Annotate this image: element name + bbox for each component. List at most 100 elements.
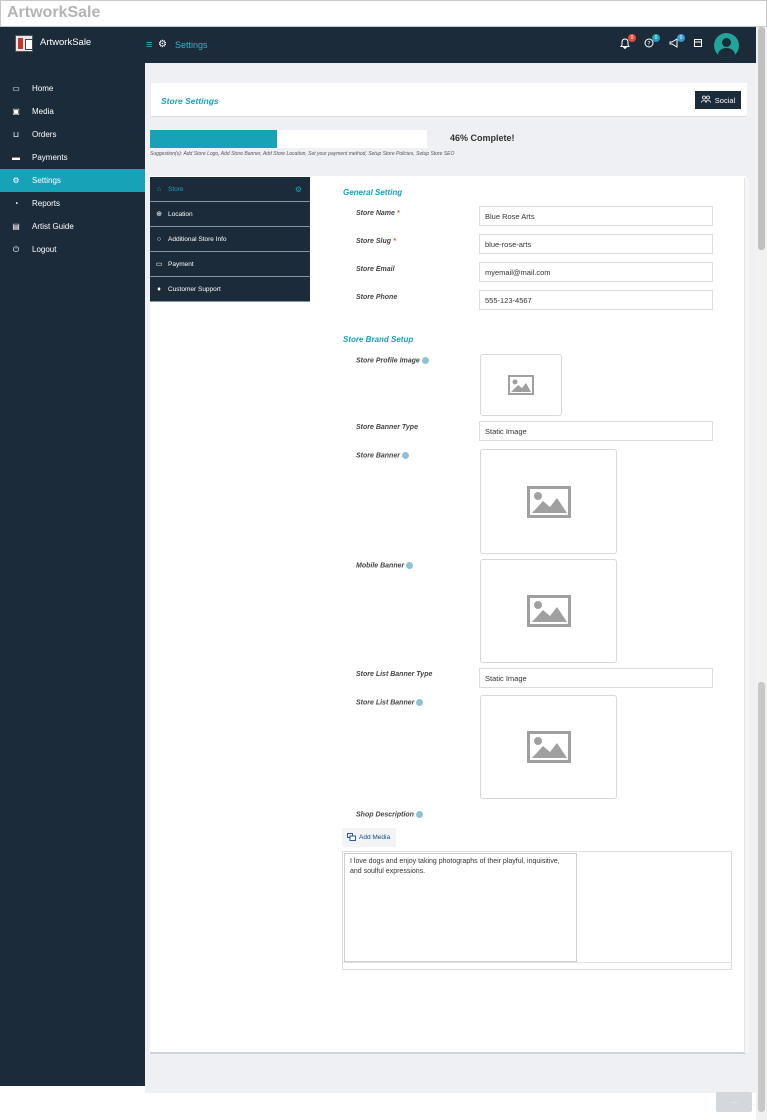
sidebar-item-home[interactable]: ▭ Home xyxy=(0,77,145,100)
required-mark: * xyxy=(392,238,396,245)
tab-location[interactable]: ⊕ Location xyxy=(150,202,310,227)
section-title-general: General Setting xyxy=(343,188,403,197)
money-icon: ▭ xyxy=(155,261,163,268)
power-icon: ⏻ xyxy=(12,244,20,254)
store-icon[interactable] xyxy=(691,38,705,52)
label-text: Store Profile Image xyxy=(356,357,420,365)
mobile-banner-upload[interactable] xyxy=(480,559,617,663)
sidebar-item-label: Home xyxy=(32,84,54,93)
tab-label: Location xyxy=(168,210,193,218)
store-banner-label: Store Banner xyxy=(356,452,409,459)
megaphone-icon[interactable]: 0 xyxy=(667,34,685,52)
page-scrollbar[interactable] xyxy=(756,27,767,1120)
panel-header: Store Settings Social xyxy=(151,83,747,117)
sidebar-item-orders[interactable]: ⊔ Orders xyxy=(0,123,145,146)
editor-status-bar xyxy=(343,962,731,969)
mobile-banner-label: Mobile Banner xyxy=(356,562,414,570)
page-scrollbar-thumb[interactable] xyxy=(758,27,765,250)
store-list-banner-upload[interactable] xyxy=(480,695,617,799)
store-phone-input[interactable]: 555-123-4567 xyxy=(479,290,713,310)
monitor-icon: ▭ xyxy=(12,84,20,93)
circle-icon: ○ xyxy=(156,235,162,243)
help-icon[interactable] xyxy=(401,452,409,459)
store-name-input[interactable]: Blue Rose Arts xyxy=(479,206,713,226)
progress-label: 46% Complete! xyxy=(450,133,515,143)
help-icon[interactable] xyxy=(416,699,424,706)
add-media-label: Add Media xyxy=(359,834,391,841)
tab-label: Additional Store Info xyxy=(168,235,227,243)
tab-payment[interactable]: ▭ Payment xyxy=(150,252,310,277)
store-profile-image-label: Store Profile Image xyxy=(356,357,429,364)
sidebar-item-payments[interactable]: ▬ Payments xyxy=(0,146,145,169)
page-scrollbar-track-region[interactable] xyxy=(758,682,765,1112)
progress-suggestions: Suggestion(s): Add Store Logo, Add Store… xyxy=(150,151,455,157)
image-placeholder-icon xyxy=(526,731,571,763)
window-title: ArtworkSale xyxy=(7,4,101,21)
brand-name[interactable]: ArtworkSale xyxy=(40,37,91,48)
section-title-brand: Store Brand Setup xyxy=(343,335,414,344)
media-icon xyxy=(347,832,356,843)
label-text: Mobile Banner xyxy=(356,562,405,570)
store-name-label: Store Name * xyxy=(356,210,400,217)
social-button[interactable]: Social xyxy=(695,91,741,109)
gears-icon: ⚙ xyxy=(12,176,20,185)
form-scrollbar[interactable] xyxy=(744,178,749,1053)
store-profile-image-upload[interactable] xyxy=(480,354,562,416)
main-content: Store Settings Social 46% Complete! Sugg… xyxy=(145,63,756,1093)
brand-logo-icon[interactable] xyxy=(15,35,33,52)
sidebar-item-label: Media xyxy=(32,107,54,116)
store-list-banner-type-label: Store List Banner Type xyxy=(356,671,433,678)
sidebar-item-label: Settings xyxy=(32,176,61,185)
user-avatar[interactable] xyxy=(714,33,739,58)
sidebar-item-media[interactable]: ▣ Media xyxy=(0,100,145,123)
store-list-banner-type-select[interactable]: Static Image xyxy=(479,668,713,688)
announcement-badge: 0 xyxy=(677,34,685,42)
tab-additional-store-info[interactable]: ○ Additional Store Info xyxy=(150,227,310,252)
bell-icon[interactable]: 0 xyxy=(618,34,636,52)
tab-store[interactable]: ⌂ Store ⚙ xyxy=(150,177,310,202)
label-text: Store Slug xyxy=(356,238,392,245)
add-media-button[interactable]: Add Media xyxy=(342,828,396,847)
label-text: Shop Description xyxy=(356,811,414,819)
book-icon: ▤ xyxy=(12,222,20,231)
sidebar-item-settings[interactable]: ⚙ Settings xyxy=(0,169,145,192)
help-icon[interactable] xyxy=(406,562,414,569)
settings-tabs: ⌂ Store ⚙ ⊕ Location ○ Additional Store … xyxy=(150,177,310,302)
sidebar-item-label: Payments xyxy=(32,153,68,162)
help-badge: 0 xyxy=(652,34,660,42)
store-banner-type-select[interactable]: Static Image xyxy=(479,421,713,441)
thumbs-up-icon: ♦ xyxy=(157,285,161,293)
shop-description-editor: I love dogs and enjoy taking photographs… xyxy=(342,851,732,970)
sidebar-item-label: Artist Guide xyxy=(32,222,74,231)
sidebar: ▭ Home ▣ Media ⊔ Orders ▬ Payments ⚙ Settings… xyxy=(0,63,145,1086)
store-slug-input[interactable]: blue-rose-arts xyxy=(479,234,713,254)
tab-label: Payment xyxy=(168,260,194,268)
sidebar-item-artist-guide[interactable]: ▤ Artist Guide xyxy=(0,215,145,238)
tab-customer-support[interactable]: ♦ Customer Support xyxy=(150,277,310,302)
image-placeholder-icon xyxy=(526,595,571,627)
sidebar-item-reports[interactable]: ◔ Reports xyxy=(0,192,145,215)
menu-toggle-icon[interactable]: ≡ xyxy=(146,39,152,51)
image-placeholder-icon xyxy=(508,375,534,395)
shop-description-label: Shop Description xyxy=(356,811,423,818)
shop-description-textarea[interactable]: I love dogs and enjoy taking photographs… xyxy=(344,853,577,962)
store-phone-label: Store Phone xyxy=(356,294,398,301)
store-icon: ⌂ xyxy=(156,185,162,193)
gears-icon: ⚙ xyxy=(158,39,167,50)
store-list-banner-label: Store List Banner xyxy=(356,699,424,706)
save-button[interactable]: — xyxy=(716,1092,752,1112)
globe-icon: ⊕ xyxy=(156,211,162,218)
help-circle-icon[interactable]: ? 0 xyxy=(642,34,660,52)
store-email-input[interactable]: myemail@mail.com xyxy=(479,262,713,282)
label-text: Store Banner xyxy=(356,452,400,460)
help-icon[interactable] xyxy=(421,357,429,364)
tab-label: Customer Support xyxy=(168,285,221,293)
breadcrumb[interactable]: Settings xyxy=(175,40,208,50)
profile-progress-bar xyxy=(150,130,427,148)
help-icon[interactable] xyxy=(415,811,423,818)
store-banner-type-label: Store Banner Type xyxy=(356,424,418,431)
sidebar-item-logout[interactable]: ⏻ Logout xyxy=(0,238,145,261)
required-mark: * xyxy=(396,210,400,217)
store-banner-upload[interactable] xyxy=(480,449,617,554)
image-icon: ▣ xyxy=(12,107,20,116)
